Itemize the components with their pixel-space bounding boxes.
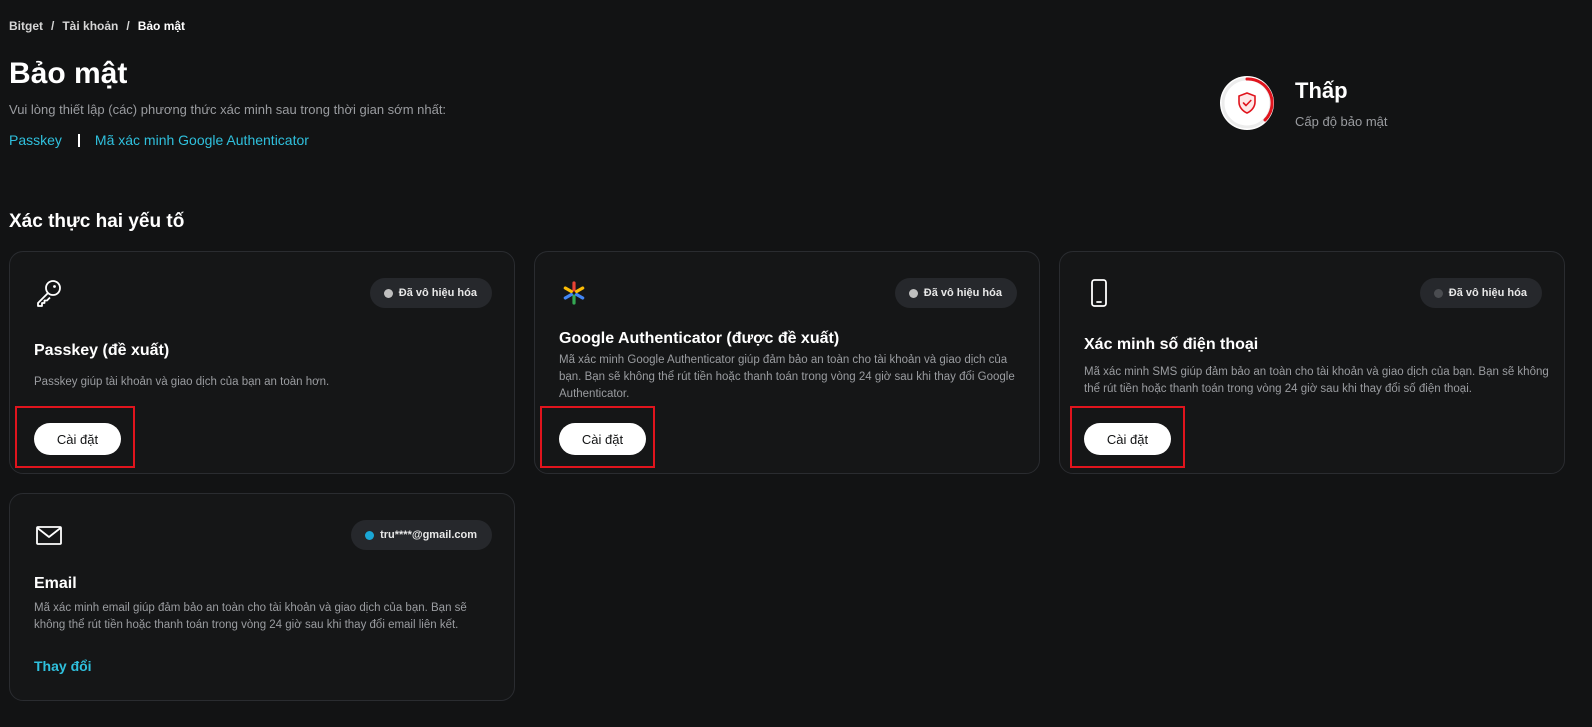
card-title: Passkey (đề xuất) <box>34 342 170 359</box>
mail-icon <box>36 526 62 545</box>
recommended-methods: Passkey Mã xác minh Google Authenticator <box>9 132 309 148</box>
status-text: Đã vô hiệu hóa <box>923 287 1002 299</box>
breadcrumb-item-account[interactable]: Tài khoản <box>62 19 118 33</box>
card-title: Email <box>34 575 77 592</box>
security-level-label: Cấp độ bảo mật <box>1295 114 1388 129</box>
security-level-value: Thấp <box>1295 78 1348 103</box>
status-dot <box>383 288 393 298</box>
email-badge: tru****@gmail.com <box>351 520 492 550</box>
phone-setup-button[interactable]: Cài đặt <box>1084 423 1171 455</box>
status-badge: Đã vô hiệu hóa <box>894 278 1017 308</box>
security-page: Bitget / Tài khoản / Bảo mật Bảo mật Vui… <box>0 0 1592 727</box>
shield-icon <box>1238 92 1256 114</box>
breadcrumb-item-bitget[interactable]: Bitget <box>9 19 43 33</box>
security-level-gauge <box>1220 76 1274 130</box>
security-level: Thấp Cấp độ bảo mật <box>1220 76 1388 130</box>
google-authenticator-icon <box>563 281 585 305</box>
section-title: Xác thực hai yếu tố <box>9 211 185 232</box>
page-subtitle: Vui lòng thiết lập (các) phương thức xác… <box>9 102 447 117</box>
email-card: tru****@gmail.com Email Mã xác minh emai… <box>9 493 515 701</box>
card-title: Xác minh số điện thoại <box>1084 336 1259 353</box>
email-address: tru****@gmail.com <box>380 529 477 541</box>
phone-verification-card: Đã vô hiệu hóa Xác minh số điện thoại Mã… <box>1059 251 1565 474</box>
passkey-card: Đã vô hiệu hóa Passkey (đề xuất) Passkey… <box>9 251 515 474</box>
card-description: Mã xác minh email giúp đảm bảo an toàn c… <box>34 602 467 631</box>
google-authenticator-link[interactable]: Mã xác minh Google Authenticator <box>95 132 309 148</box>
breadcrumb-separator: / <box>126 19 130 33</box>
status-dot <box>908 288 918 298</box>
status-badge: Đã vô hiệu hóa <box>369 278 492 308</box>
google-authenticator-card: Đã vô hiệu hóa Google Authenticator (đượ… <box>534 251 1040 474</box>
phone-icon <box>1091 279 1107 307</box>
key-icon <box>37 280 61 307</box>
change-email-link[interactable]: Thay đổi <box>34 658 92 674</box>
status-text: Đã vô hiệu hóa <box>1448 287 1527 299</box>
passkey-setup-button[interactable]: Cài đặt <box>34 423 121 455</box>
page-title: Bảo mật <box>9 57 128 90</box>
card-description: Mã xác minh Google Authenticator giúp đả… <box>559 354 1015 400</box>
status-text: Đã vô hiệu hóa <box>398 287 477 299</box>
google-authenticator-setup-button[interactable]: Cài đặt <box>559 423 646 455</box>
status-dot <box>1433 288 1443 298</box>
card-description: Passkey giúp tài khoản và giao dịch của … <box>34 376 330 388</box>
passkey-link[interactable]: Passkey <box>9 132 62 148</box>
breadcrumb: Bitget / Tài khoản / Bảo mật <box>9 19 185 33</box>
card-title: Google Authenticator (được đề xuất) <box>559 330 840 347</box>
card-description: Mã xác minh SMS giúp đảm bảo an toàn cho… <box>1084 366 1549 395</box>
status-dot <box>365 530 375 540</box>
link-divider <box>77 133 80 147</box>
breadcrumb-item-security: Bảo mật <box>137 19 186 33</box>
breadcrumb-separator: / <box>51 19 55 33</box>
status-badge: Đã vô hiệu hóa <box>1419 278 1542 308</box>
